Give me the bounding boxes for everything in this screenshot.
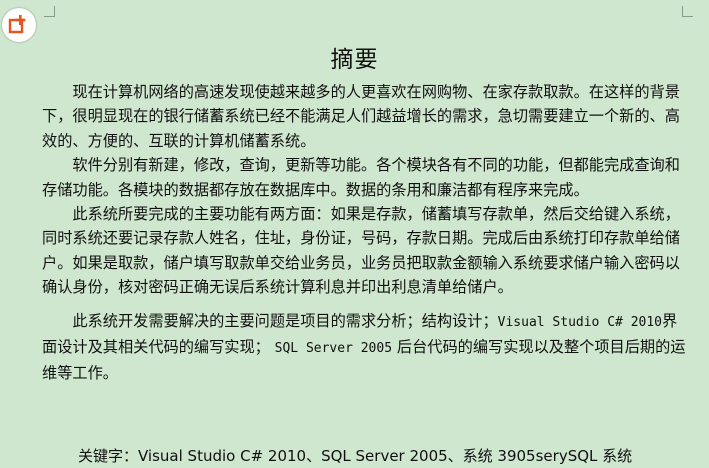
paragraph-3: 此系统所要完成的主要功能有两方面：如果是存款，储蓄填写存款单，然后交给键入系统，…: [42, 205, 680, 297]
paragraph-1: 现在计算机网络的高速发现使越来越多的人更喜欢在网购物、在家存款取款。在这样的背景…: [42, 83, 680, 150]
paragraph-2: 软件分别有新建，修改，查询，更新等功能。各个模块各有不同的功能，但都能完成查询和…: [42, 156, 680, 199]
document-title: 摘要: [330, 47, 379, 73]
keywords-line: 关键字：Visual Studio C# 2010、SQL Server 200…: [78, 447, 633, 465]
paragraph-4-text-1: 此系统开发需要解决的主要问题是项目的需求分析；结构设计；: [72, 311, 498, 330]
paragraph-4: 此系统开发需要解决的主要问题是项目的需求分析；结构设计；Visual Studi…: [42, 309, 692, 386]
paragraph-4-code-1: Visual Studio C# 2010: [497, 314, 663, 330]
document-page: 摘要 现在计算机网络的高速发现使越来越多的人更喜欢在网购物、在家存款取款。在这样…: [0, 0, 709, 468]
abstract-body: 现在计算机网络的高速发现使越来越多的人更喜欢在网购物、在家存款取款。在这样的背景…: [42, 80, 692, 386]
page-corner-mark-right: [682, 6, 693, 17]
add-document-icon: [8, 15, 26, 34]
paragraph-4-code-2: SQL Server 2005: [274, 341, 393, 357]
add-document-button[interactable]: [2, 8, 36, 42]
page-corner-mark-left: [44, 6, 55, 17]
